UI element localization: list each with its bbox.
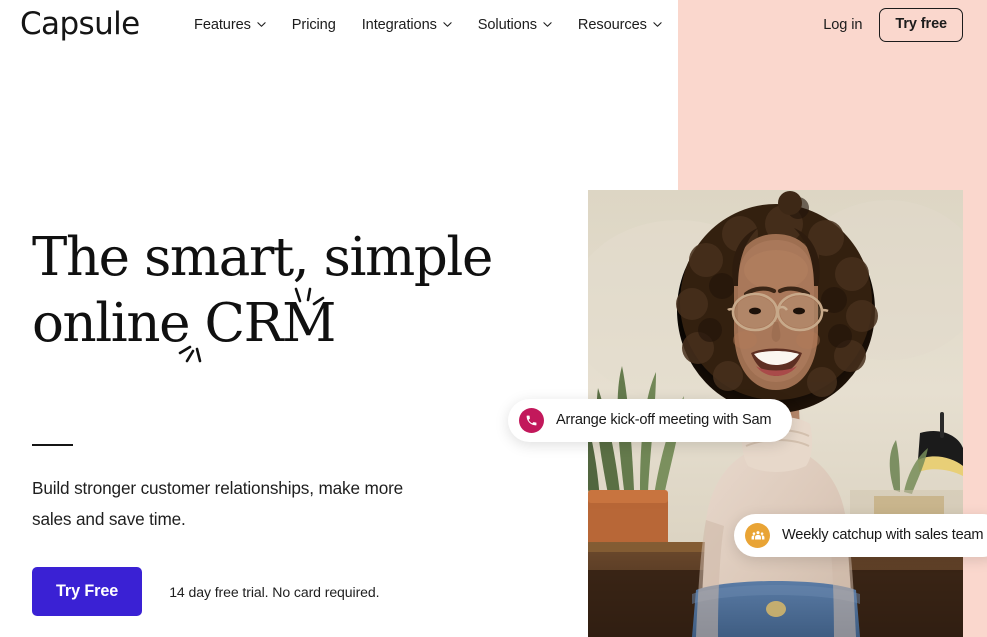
notification-card-team[interactable]: Weekly catchup with sales team [734, 514, 987, 557]
chevron-down-icon [257, 20, 266, 29]
header-actions: Log in Try free [823, 0, 963, 50]
nav-item-features[interactable]: Features [181, 3, 279, 47]
chevron-down-icon [443, 20, 452, 29]
nav-item-label: Integrations [361, 17, 437, 33]
notification-label: Arrange kick-off meeting with Sam [556, 412, 772, 429]
landing-page: Capsule Features Pricing Integrations So… [0, 0, 987, 637]
nav-item-label: Solutions [477, 17, 537, 33]
chevron-down-icon [653, 20, 662, 29]
try-free-cta-button[interactable]: Try Free [32, 567, 143, 616]
notification-card-call[interactable]: Arrange kick-off meeting with Sam [508, 399, 793, 442]
main-navigation: Features Pricing Integrations Solutions [181, 0, 675, 50]
phone-icon [519, 408, 544, 433]
chevron-down-icon [543, 20, 552, 29]
hero-divider-rule [32, 444, 73, 446]
site-header: Capsule Features Pricing Integrations So… [0, 0, 987, 50]
nav-item-resources[interactable]: Resources [565, 3, 675, 47]
trial-note: 14 day free trial. No card required. [169, 583, 380, 600]
nav-item-label: Resources [577, 17, 647, 33]
people-group-icon [745, 523, 770, 548]
page-title: The smart, simple online CRM [32, 227, 493, 354]
hero-subheading: Build stronger customer relationships, m… [32, 478, 404, 529]
capsule-logo[interactable]: Capsule [20, 8, 140, 40]
try-free-header-button[interactable]: Try free [879, 8, 963, 42]
nav-item-pricing[interactable]: Pricing [279, 3, 349, 47]
nav-item-integrations[interactable]: Integrations [349, 3, 465, 47]
nav-item-label: Features [194, 17, 251, 33]
notification-label: Weekly catchup with sales team [782, 527, 984, 544]
nav-item-solutions[interactable]: Solutions [465, 3, 565, 47]
login-link[interactable]: Log in [823, 17, 862, 33]
hero-copy: The smart, simple online CRM [32, 225, 502, 363]
hero-cta-row: Try Free 14 day free trial. No card requ… [32, 567, 380, 616]
nav-item-label: Pricing [291, 17, 336, 33]
